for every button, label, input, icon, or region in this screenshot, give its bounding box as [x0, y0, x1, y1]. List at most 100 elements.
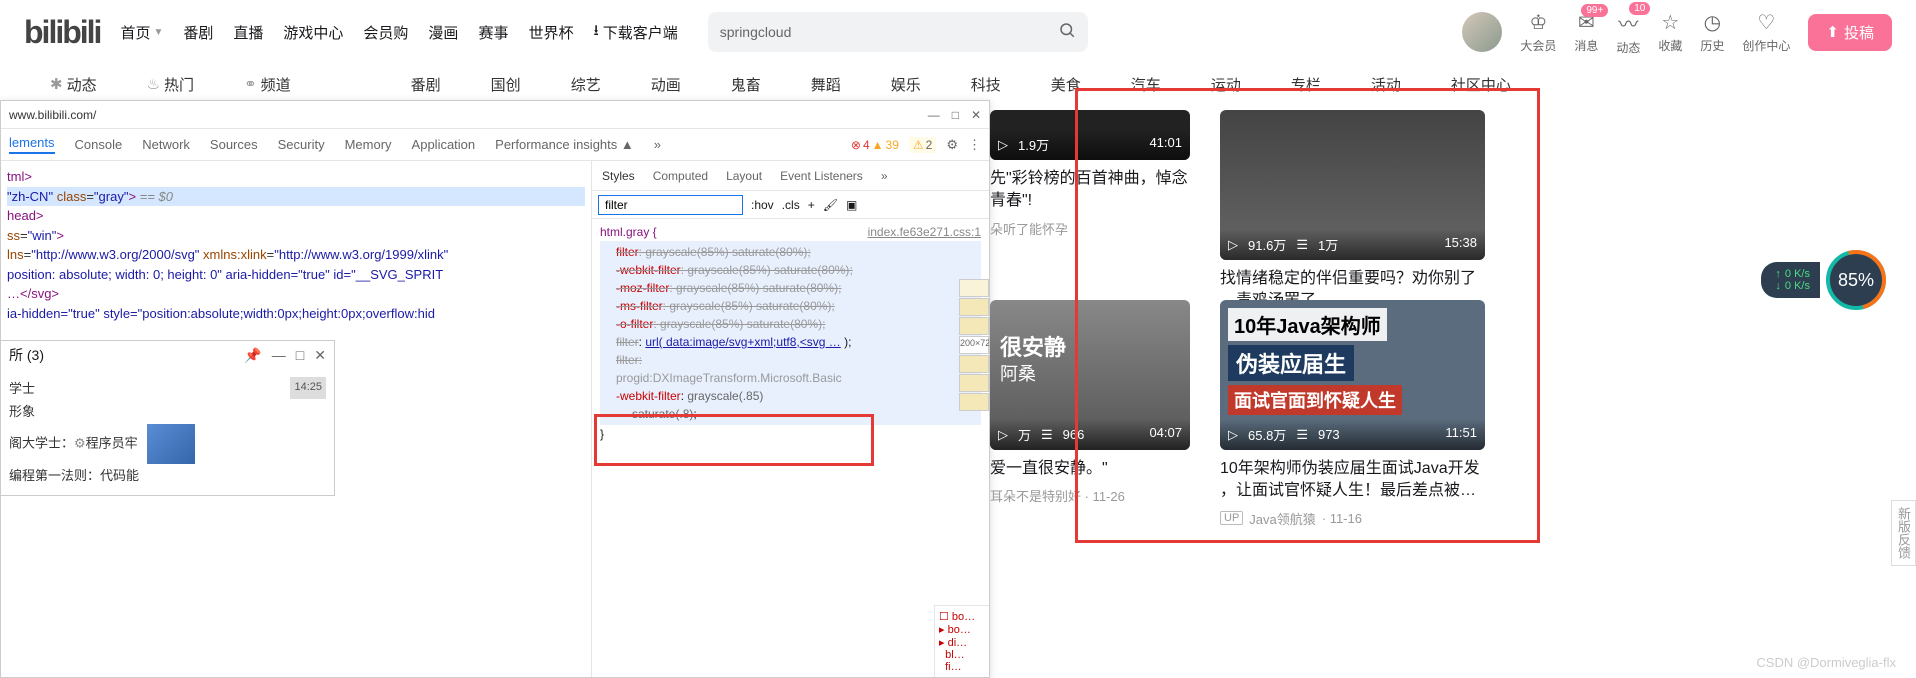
tab-security[interactable]: Security [278, 137, 325, 152]
devtools-url: www.bilibili.com/ [9, 108, 928, 122]
annotation-box [1075, 88, 1540, 543]
tab-network[interactable]: Network [142, 137, 190, 152]
cat-item[interactable]: 综艺 [571, 74, 601, 95]
devtools-titlebar: www.bilibili.com/ — □ ✕ [1, 101, 989, 129]
tab-console[interactable]: Console [75, 137, 123, 152]
search-box [708, 12, 1088, 52]
annotation-box [594, 414, 874, 466]
cat-item[interactable]: 番剧 [411, 74, 441, 95]
up-arrow-icon: ↑ [1775, 268, 1781, 280]
minimize-icon[interactable]: — [272, 347, 286, 364]
tab-perf-insights[interactable]: Performance insights ▲ [495, 137, 634, 152]
cat-hot[interactable]: ♨热门 [147, 74, 194, 95]
upload-button[interactable]: ⬆投稿 [1808, 14, 1892, 51]
play-icon: ▷ [998, 137, 1008, 153]
computed-side: ☐ bo… ▸ bo… ▸ di… bl… fi… [934, 605, 989, 677]
logo[interactable]: bilibili [24, 14, 100, 51]
nav-worldcup[interactable]: 世界杯 [528, 22, 573, 43]
perf-circle: 85% [1826, 250, 1886, 310]
top-nav: bilibili 首页▼ 番剧 直播 游戏中心 会员购 漫画 赛事 世界杯 ⭳下… [0, 0, 1916, 64]
tab-styles[interactable]: Styles [602, 169, 635, 183]
download-client[interactable]: ⭳下载客户端 [593, 20, 677, 45]
thumbnail [147, 424, 195, 464]
cat-item[interactable]: 鬼畜 [731, 74, 761, 95]
cat-item[interactable]: 科技 [971, 74, 1001, 95]
nav-live[interactable]: 直播 [233, 22, 263, 43]
nav-vip[interactable]: ♔大会员 [1520, 10, 1556, 54]
pin-icon[interactable]: 📌 [244, 347, 261, 364]
color-swatches: 200×72 [959, 279, 989, 412]
cls-toggle[interactable]: .cls [782, 198, 800, 212]
float-title: 所 (3) [9, 345, 44, 365]
nav-home[interactable]: 首页▼ [120, 22, 163, 43]
list-item: 学士 [9, 377, 326, 400]
time-badge: 14:25 [290, 377, 326, 399]
nav-esports[interactable]: 赛事 [478, 22, 508, 43]
filter-input[interactable] [598, 195, 743, 215]
perf-widget[interactable]: ↑0 K/s ↓0 K/s 85% [1761, 250, 1886, 310]
list-item: 形象 [9, 400, 326, 423]
fire-icon: ♨ [147, 75, 160, 93]
kebab-icon[interactable]: ⋮ [968, 137, 981, 153]
list-item: 编程第一法则：代码能 [9, 464, 326, 487]
minimize-icon[interactable]: — [928, 108, 940, 122]
cat-item[interactable]: 国创 [491, 74, 521, 95]
nav-bangumi[interactable]: 番剧 [183, 22, 213, 43]
more-tabs-icon[interactable]: » [654, 137, 661, 152]
upload-icon: ⬆ [1826, 23, 1839, 41]
fan-icon: ✱ [50, 75, 63, 93]
nav-create[interactable]: ♡创作中心 [1742, 10, 1790, 54]
tab-application[interactable]: Application [412, 137, 476, 152]
cat-channel[interactable]: ⚭频道 [244, 74, 291, 95]
close-icon[interactable]: ✕ [971, 108, 981, 122]
maximize-icon[interactable]: □ [952, 108, 959, 122]
maximize-icon[interactable]: □ [296, 347, 304, 364]
category-row: ✱动态 ♨热门 ⚭频道 番剧 国创 综艺 动画 鬼畜 舞蹈 娱乐 科技 美食 汽… [0, 64, 1916, 104]
gear-icon[interactable]: ⚙ [946, 137, 958, 153]
tab-layout[interactable]: Layout [726, 169, 762, 183]
nav-vipbuy[interactable]: 会员购 [363, 22, 408, 43]
feedback-label[interactable]: 新版反馈 [1891, 500, 1916, 566]
tab-memory[interactable]: Memory [345, 137, 392, 152]
devtools-tabs: lements Console Network Sources Security… [1, 129, 989, 161]
watermark: CSDN @Dormiveglia-flx [1756, 655, 1896, 670]
cat-dynamic[interactable]: ✱动态 [50, 74, 97, 95]
nav-msg[interactable]: 99+✉消息 [1574, 10, 1598, 54]
cat-item[interactable]: 动画 [651, 74, 681, 95]
warn-icon: ▲ [872, 138, 884, 152]
nav-manga[interactable]: 漫画 [428, 22, 458, 43]
bulb-icon: ♡ [1757, 10, 1775, 35]
search-icon[interactable] [1058, 21, 1076, 44]
hov-toggle[interactable]: :hov [751, 198, 774, 212]
avatar[interactable] [1462, 12, 1502, 52]
tab-elements[interactable]: lements [9, 135, 55, 154]
brush-icon[interactable]: 🖌 [823, 198, 838, 212]
box-icon[interactable]: ▣ [846, 198, 857, 212]
down-arrow-icon: ↓ [1775, 280, 1781, 292]
tab-sources[interactable]: Sources [210, 137, 258, 152]
float-window: 所 (3) 📌 — □ ✕ 14:25 学士 形象 阁大学士：⚙程序员牢 编程第… [0, 340, 335, 496]
tab-listeners[interactable]: Event Listeners [780, 169, 863, 183]
nav-history[interactable]: ◷历史 [1700, 10, 1724, 54]
more-icon[interactable]: » [881, 169, 888, 183]
list-item[interactable]: 阁大学士：⚙程序员牢 [9, 424, 326, 464]
chevron-down-icon: ▼ [153, 27, 163, 38]
play-icon: ▷ [998, 427, 1008, 443]
cat-item[interactable]: 娱乐 [891, 74, 921, 95]
styles-content[interactable]: html.gray {index.fe63e271.css:1 filter: … [592, 219, 989, 677]
nav-game[interactable]: 游戏中心 [283, 22, 343, 43]
cat-item[interactable]: 舞蹈 [811, 74, 841, 95]
nav-fav[interactable]: ☆收藏 [1658, 10, 1682, 54]
close-icon[interactable]: ✕ [314, 347, 326, 364]
styles-panel: Styles Computed Layout Event Listeners »… [591, 161, 989, 677]
tab-computed[interactable]: Computed [653, 169, 708, 183]
danmu-icon: ☰ [1041, 427, 1053, 443]
plus-icon[interactable]: + [808, 198, 815, 212]
nav-dynamic[interactable]: 10〰动态 [1616, 8, 1640, 56]
right-nav: ♔大会员 99+✉消息 10〰动态 ☆收藏 ◷历史 ♡创作中心 ⬆投稿 [1462, 8, 1892, 56]
download-icon: ⭳ [593, 20, 598, 45]
star-icon: ☆ [1661, 10, 1679, 35]
channel-icon: ⚭ [244, 75, 257, 93]
crown-icon: ♔ [1529, 10, 1547, 35]
search-input[interactable] [720, 24, 1058, 40]
